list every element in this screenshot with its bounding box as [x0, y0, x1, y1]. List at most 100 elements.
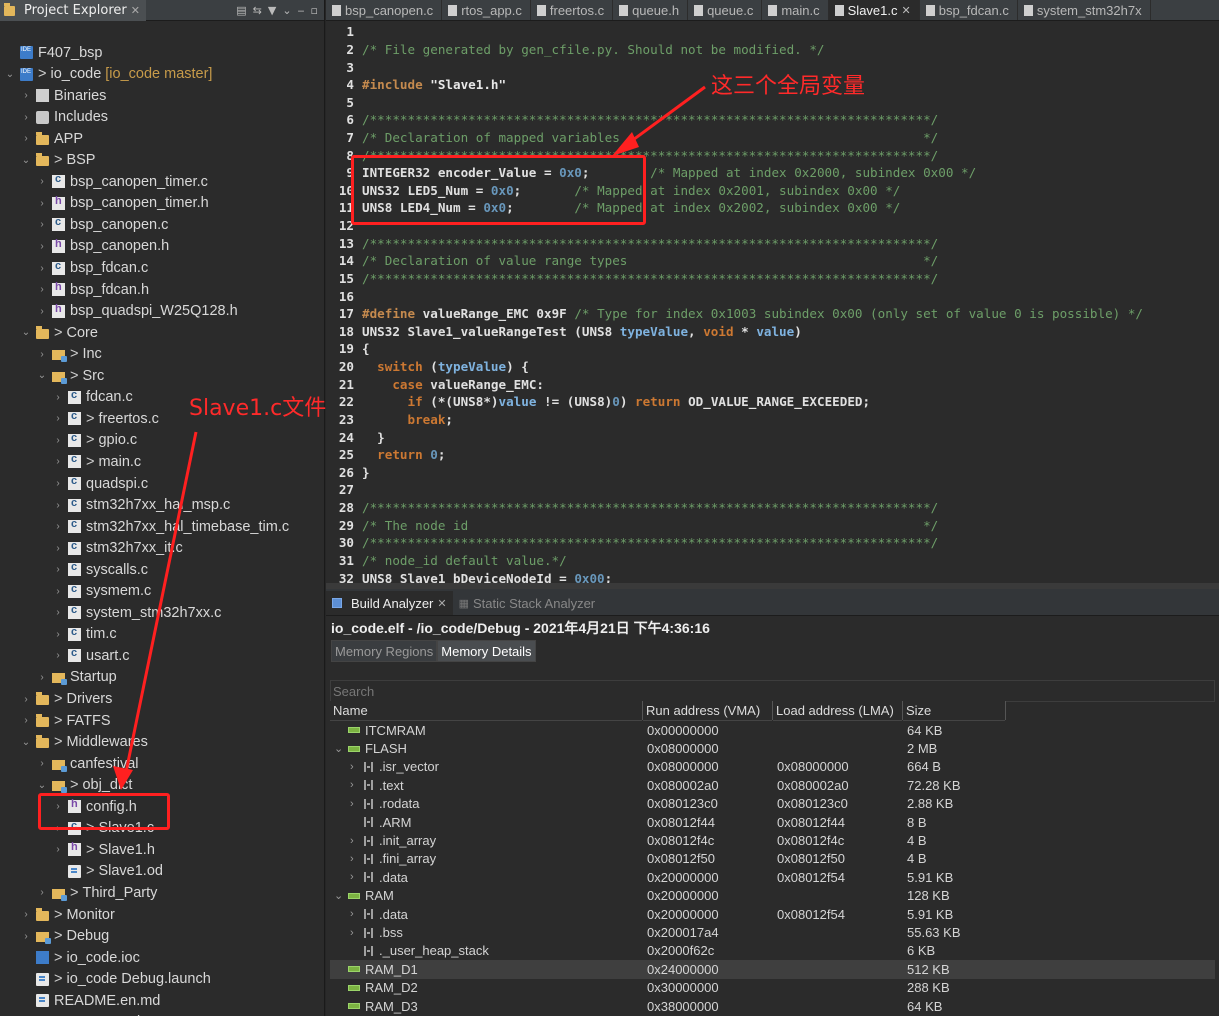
tree-twisty-icon[interactable]: ›: [36, 306, 48, 317]
tree-item[interactable]: › syscalls.c: [52, 559, 148, 580]
tree-twisty-icon[interactable]: ›: [350, 779, 364, 791]
tree-twisty-icon[interactable]: ›: [36, 241, 48, 252]
tree-twisty-icon[interactable]: ›: [52, 586, 64, 597]
table-row[interactable]: RAM_D2 0x30000000 288 KB: [330, 979, 1215, 997]
tree-twisty-icon[interactable]: ⌄: [36, 780, 48, 791]
tree-item[interactable]: › bsp_fdcan.h: [36, 279, 149, 300]
close-icon[interactable]: ✕: [437, 597, 446, 610]
tree-twisty-icon[interactable]: ›: [52, 500, 64, 511]
table-row[interactable]: RAM_D3 0x38000000 64 KB: [330, 997, 1215, 1015]
tree-item[interactable]: README.en.md: [20, 990, 160, 1011]
tree-item[interactable]: › bsp_canopen_timer.c: [36, 171, 208, 192]
tree-item[interactable]: › >gpio.c: [52, 430, 137, 451]
table-row[interactable]: .ARM 0x08012f44 0x08012f44 8 B: [330, 813, 1215, 831]
tree-item[interactable]: › > Drivers: [20, 689, 112, 710]
table-row[interactable]: RAM_D1 0x24000000 512 KB: [330, 960, 1215, 979]
table-row[interactable]: › .data 0x20000000 0x08012f54 5.91 KB: [330, 905, 1215, 923]
tree-item[interactable]: F407_bsp: [4, 42, 103, 63]
maximize-icon[interactable]: ▫: [311, 4, 318, 17]
tree-item[interactable]: › fdcan.c: [52, 387, 132, 408]
tree-item[interactable]: README.md: [20, 1012, 140, 1016]
tree-item[interactable]: > io_code.ioc: [20, 947, 140, 968]
tree-twisty-icon[interactable]: ›: [350, 927, 364, 939]
editor-tab[interactable]: freertos.c: [531, 0, 614, 20]
tree-twisty-icon[interactable]: ›: [36, 672, 48, 683]
tree-item[interactable]: › bsp_canopen_timer.h: [36, 193, 208, 214]
tree-twisty-icon[interactable]: ⌄: [20, 737, 32, 748]
tree-twisty-icon[interactable]: ›: [350, 798, 364, 810]
table-row[interactable]: › .bss 0x200017a4 55.63 KB: [330, 923, 1215, 941]
tree-twisty-icon[interactable]: ›: [52, 629, 64, 640]
table-row[interactable]: › .text 0x080002a0 0x080002a0 72.28 KB: [330, 776, 1215, 794]
tree-item[interactable]: › bsp_quadspi_W25Q128.h: [36, 301, 237, 322]
tree-item[interactable]: › bsp_fdcan.c: [36, 258, 148, 279]
tree-twisty-icon[interactable]: ›: [52, 650, 64, 661]
tree-twisty-icon[interactable]: ›: [36, 198, 48, 209]
tree-item[interactable]: › bsp_canopen.h: [36, 236, 169, 257]
tree-twisty-icon[interactable]: ›: [52, 478, 64, 489]
tree-item[interactable]: › Startup: [36, 667, 117, 688]
tree-twisty-icon[interactable]: ›: [52, 844, 64, 855]
table-row[interactable]: › .isr_vector 0x08000000 0x08000000 664 B: [330, 758, 1215, 776]
tree-item[interactable]: › > Inc: [36, 344, 102, 365]
tree-twisty-icon[interactable]: ›: [350, 871, 364, 883]
tab-memory-regions[interactable]: Memory Regions: [331, 640, 438, 662]
filter-icon[interactable]: ▼: [268, 4, 276, 17]
tree-twisty-icon[interactable]: ›: [350, 761, 364, 773]
table-row[interactable]: ._user_heap_stack 0x2000f62c 6 KB: [330, 942, 1215, 960]
collapse-all-icon[interactable]: ▤: [236, 4, 246, 17]
close-icon[interactable]: ✕: [131, 4, 140, 17]
tree-item[interactable]: › >main.c: [52, 451, 141, 472]
tree-twisty-icon[interactable]: ›: [36, 349, 48, 360]
tree-twisty-icon[interactable]: ›: [20, 112, 32, 123]
tree-twisty-icon[interactable]: ⌄: [4, 69, 16, 80]
table-row[interactable]: › .data 0x20000000 0x08012f54 5.91 KB: [330, 868, 1215, 886]
tree-item[interactable]: › > FATFS: [20, 710, 110, 731]
editor-tab[interactable]: bsp_fdcan.c: [920, 0, 1018, 20]
tree-item[interactable]: › tim.c: [52, 624, 116, 645]
tree-item[interactable]: › > Debug: [20, 926, 109, 947]
column-header[interactable]: Name: [330, 701, 643, 721]
tree-twisty-icon[interactable]: ⌄: [334, 742, 348, 755]
tree-item[interactable]: ⌄ > Core: [20, 322, 98, 343]
tree-item[interactable]: › bsp_canopen.c: [36, 214, 168, 235]
tree-twisty-icon[interactable]: ›: [52, 392, 64, 403]
tree-item[interactable]: › stm32h7xx_hal_msp.c: [52, 495, 230, 516]
tree-item[interactable]: › stm32h7xx_hal_timebase_tim.c: [52, 516, 289, 537]
project-explorer-tab[interactable]: Project Explorer ✕: [0, 0, 146, 21]
tree-item[interactable]: › quadspi.c: [52, 473, 148, 494]
tree-twisty-icon[interactable]: ›: [36, 284, 48, 295]
tree-item[interactable]: › > Monitor: [20, 904, 115, 925]
editor-tab[interactable]: rtos_app.c: [442, 0, 531, 20]
minimize-icon[interactable]: ‒: [298, 4, 305, 17]
tree-twisty-icon[interactable]: ›: [52, 456, 64, 467]
column-header[interactable]: Load address (LMA): [773, 701, 903, 721]
tree-twisty-icon[interactable]: ⌄: [20, 155, 32, 166]
tree-twisty-icon[interactable]: ›: [20, 909, 32, 920]
tree-item[interactable]: › > Third_Party: [36, 882, 157, 903]
tab-memory-details[interactable]: Memory Details: [437, 640, 536, 662]
tree-twisty-icon[interactable]: ›: [36, 758, 48, 769]
tree-twisty-icon[interactable]: ›: [20, 931, 32, 942]
tree-item[interactable]: › canfestival: [36, 753, 139, 774]
tree-item[interactable]: ⌄ > BSP: [20, 150, 96, 171]
tree-twisty-icon[interactable]: ⌄: [20, 327, 32, 338]
tab-build-analyzer[interactable]: Build Analyzer ✕: [326, 591, 453, 615]
tree-item[interactable]: › sysmem.c: [52, 581, 151, 602]
tree-twisty-icon[interactable]: ›: [36, 263, 48, 274]
tree-twisty-icon[interactable]: ›: [52, 564, 64, 575]
tree-twisty-icon[interactable]: ›: [20, 133, 32, 144]
tree-item[interactable]: › Binaries: [20, 85, 106, 106]
close-icon[interactable]: ✕: [902, 4, 911, 17]
editor-tab[interactable]: bsp_canopen.c: [326, 0, 443, 20]
tree-twisty-icon[interactable]: ›: [350, 908, 364, 920]
tree-item[interactable]: ⌄ > Src: [36, 365, 104, 386]
tree-twisty-icon[interactable]: ›: [36, 176, 48, 187]
table-row[interactable]: › .init_array 0x08012f4c 0x08012f4c 4 B: [330, 831, 1215, 849]
link-with-editor-icon[interactable]: ⇆: [253, 4, 262, 17]
tab-static-stack-analyzer[interactable]: ▦ Static Stack Analyzer: [453, 591, 602, 615]
view-menu-icon[interactable]: ⌄: [282, 4, 291, 17]
column-header[interactable]: Size: [903, 701, 1006, 721]
tree-item[interactable]: ⌄ >io_code[io_code master]: [4, 64, 213, 85]
tree-item[interactable]: › system_stm32h7xx.c: [52, 602, 221, 623]
